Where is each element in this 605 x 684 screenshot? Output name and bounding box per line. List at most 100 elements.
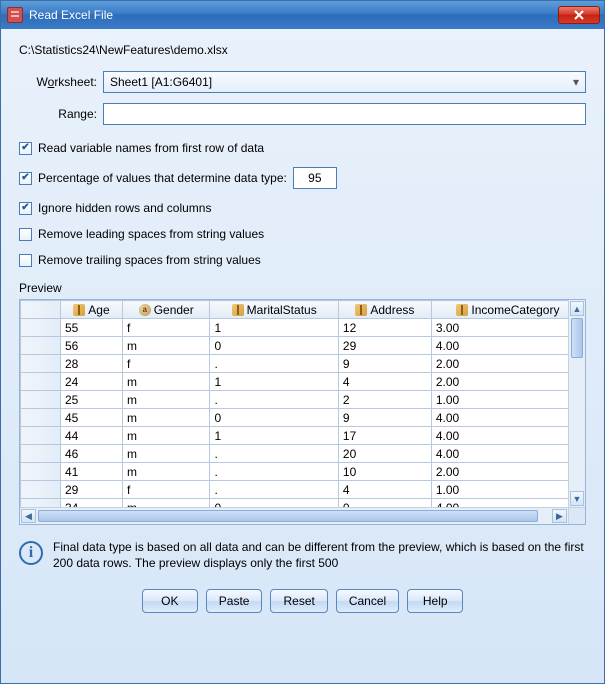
cell[interactable]: 24 (61, 373, 123, 391)
table-row[interactable]: 56m0294.00 (21, 337, 585, 355)
cell[interactable]: 4 (338, 373, 431, 391)
help-button[interactable]: Help (407, 589, 463, 613)
cell[interactable]: 10 (338, 463, 431, 481)
cell[interactable]: m (122, 391, 209, 409)
cell[interactable]: 28 (61, 355, 123, 373)
cell[interactable]: 9 (338, 355, 431, 373)
row-header[interactable] (21, 319, 61, 337)
table-row[interactable]: 24m142.00 (21, 373, 585, 391)
vertical-scrollbar[interactable]: ▲ ▼ (568, 300, 585, 507)
range-input[interactable] (103, 103, 586, 125)
opt-percent[interactable]: Percentage of values that determine data… (19, 167, 586, 189)
ok-button[interactable]: OK (142, 589, 198, 613)
cell[interactable]: . (210, 445, 338, 463)
cell[interactable]: 0 (210, 409, 338, 427)
horizontal-scrollbar[interactable]: ◀ ▶ (20, 507, 568, 524)
table-row[interactable]: 28 f.92.00 (21, 355, 585, 373)
table-row[interactable]: 46m.204.00 (21, 445, 585, 463)
cell[interactable]: 4.00 (431, 409, 584, 427)
cell[interactable]: m (122, 409, 209, 427)
info-note: i Final data type is based on all data a… (19, 539, 586, 571)
opt-remove-trailing[interactable]: Remove trailing spaces from string value… (19, 253, 586, 267)
row-header[interactable] (21, 427, 61, 445)
cell[interactable]: . (210, 481, 338, 499)
cell[interactable]: 2.00 (431, 373, 584, 391)
cell[interactable]: 45 (61, 409, 123, 427)
opt-read-var-names[interactable]: Read variable names from first row of da… (19, 141, 586, 155)
table-row[interactable]: 44m1174.00 (21, 427, 585, 445)
column-header[interactable]: MaritalStatus (210, 301, 338, 319)
cell[interactable]: 46 (61, 445, 123, 463)
checkbox-icon (19, 202, 32, 215)
cell[interactable]: 0 (210, 337, 338, 355)
cell[interactable]: m (122, 337, 209, 355)
row-header[interactable] (21, 445, 61, 463)
row-header[interactable] (21, 391, 61, 409)
paste-button[interactable]: Paste (206, 589, 263, 613)
scroll-up-icon[interactable]: ▲ (570, 301, 584, 316)
cell[interactable]: 9 (338, 409, 431, 427)
opt-ignore-hidden[interactable]: Ignore hidden rows and columns (19, 201, 586, 215)
cell[interactable]: m (122, 427, 209, 445)
row-header[interactable] (21, 337, 61, 355)
cell[interactable]: 55 (61, 319, 123, 337)
reset-button[interactable]: Reset (270, 589, 327, 613)
column-header[interactable]: Address (338, 301, 431, 319)
cell[interactable]: 56 (61, 337, 123, 355)
cell[interactable]: 29 (61, 481, 123, 499)
cell[interactable]: 1 (210, 427, 338, 445)
cell[interactable]: 4 (338, 481, 431, 499)
cell[interactable]: . (210, 463, 338, 481)
cell[interactable]: 20 (338, 445, 431, 463)
cell[interactable]: 4.00 (431, 445, 584, 463)
row-header[interactable] (21, 373, 61, 391)
scroll-right-icon[interactable]: ▶ (552, 509, 567, 523)
file-path: C:\Statistics24\NewFeatures\demo.xlsx (19, 43, 586, 57)
cell[interactable]: 4.00 (431, 337, 584, 355)
cell[interactable]: m (122, 373, 209, 391)
cell[interactable]: m (122, 463, 209, 481)
table-row[interactable]: 45m094.00 (21, 409, 585, 427)
cell[interactable]: 41 (61, 463, 123, 481)
close-button[interactable] (558, 6, 600, 24)
cancel-button[interactable]: Cancel (336, 589, 399, 613)
table-row[interactable]: 25 m.21.00 (21, 391, 585, 409)
cell[interactable]: 1.00 (431, 481, 584, 499)
cell[interactable]: 12 (338, 319, 431, 337)
scroll-left-icon[interactable]: ◀ (21, 509, 36, 523)
cell[interactable]: f (122, 355, 209, 373)
cell[interactable]: 3.00 (431, 319, 584, 337)
cell[interactable]: 1 (210, 373, 338, 391)
row-header[interactable] (21, 409, 61, 427)
cell[interactable]: 1 (210, 319, 338, 337)
cell[interactable]: m (122, 445, 209, 463)
cell[interactable]: 2.00 (431, 463, 584, 481)
cell[interactable]: 25 (61, 391, 123, 409)
scroll-thumb[interactable] (571, 318, 583, 358)
row-header[interactable] (21, 463, 61, 481)
table-row[interactable]: 29f.41.00 (21, 481, 585, 499)
scroll-down-icon[interactable]: ▼ (570, 491, 584, 506)
table-row[interactable]: 55f1123.00 (21, 319, 585, 337)
table-row[interactable]: 41m.102.00 (21, 463, 585, 481)
percent-input[interactable] (293, 167, 337, 189)
cell[interactable]: 2 (338, 391, 431, 409)
cell[interactable]: 44 (61, 427, 123, 445)
cell[interactable]: . (210, 355, 338, 373)
scroll-thumb[interactable] (38, 510, 538, 522)
opt-remove-leading[interactable]: Remove leading spaces from string values (19, 227, 586, 241)
row-header[interactable] (21, 355, 61, 373)
cell[interactable]: 17 (338, 427, 431, 445)
cell[interactable]: 2.00 (431, 355, 584, 373)
row-header[interactable] (21, 481, 61, 499)
worksheet-select[interactable]: Sheet1 [A1:G6401] ▾ (103, 71, 586, 93)
cell[interactable]: 29 (338, 337, 431, 355)
column-header[interactable]: Age (61, 301, 123, 319)
column-header[interactable]: IncomeCategory (431, 301, 584, 319)
cell[interactable]: 4.00 (431, 427, 584, 445)
cell[interactable]: f (122, 481, 209, 499)
cell[interactable]: f (122, 319, 209, 337)
cell[interactable]: . (210, 391, 338, 409)
cell[interactable]: 1.00 (431, 391, 584, 409)
column-header[interactable]: Gender (122, 301, 209, 319)
